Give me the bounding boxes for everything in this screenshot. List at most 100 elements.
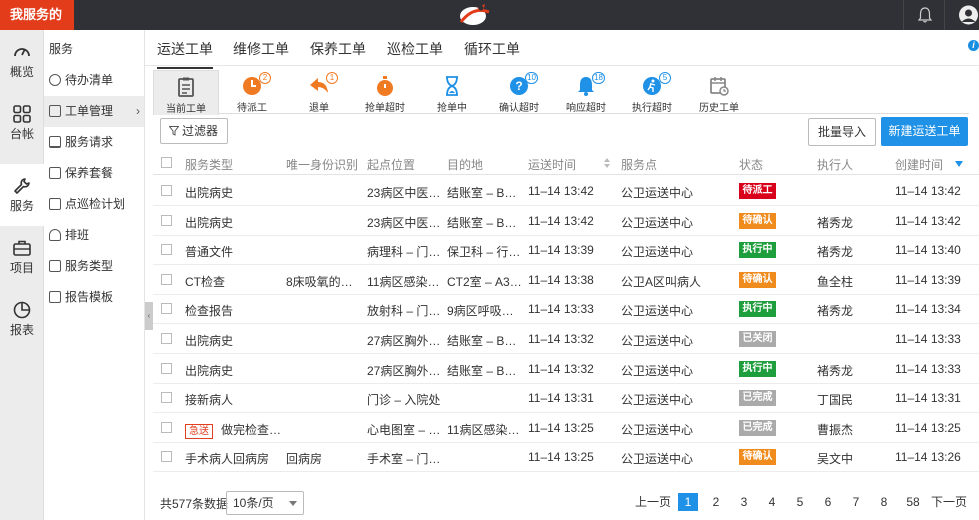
rail-item-project[interactable]: 项目 <box>0 226 44 288</box>
user-avatar-icon[interactable] <box>958 5 979 25</box>
table-row[interactable]: 出院病史 27病区胸外… 结账室 – B… 11–14 13:32 公卫运送中心 褚秀龙 1… <box>153 354 979 384</box>
select-all-checkbox[interactable] <box>161 157 172 168</box>
row-checkbox[interactable] <box>161 333 172 344</box>
collapse-handle[interactable]: ‹ <box>145 302 153 330</box>
sort-icon[interactable] <box>603 157 611 169</box>
page-size-select[interactable]: 10条/页 <box>226 491 304 515</box>
cell-service-type: CT检查 <box>185 273 225 290</box>
table-row[interactable]: 接新病人 门诊 – 入院处 11–14 13:31 公卫运送中心 丁国民 11–14 13… <box>153 383 979 414</box>
subtab-label: 待派工 <box>237 103 267 114</box>
subtab-returned[interactable]: 1 退单 <box>286 70 352 114</box>
table-row[interactable]: 检查报告 放射科 – 门… 9病区呼吸… 11–14 13:33 公卫运送中心 褚秀龙 11… <box>153 294 979 325</box>
request-icon <box>49 136 61 148</box>
brand-title[interactable]: 我服务的 <box>0 0 74 30</box>
col-header-transport-time[interactable]: 运送时间 <box>528 156 576 173</box>
tab-cycle[interactable]: 循环工单 <box>464 39 520 59</box>
col-header-status[interactable]: 状态 <box>739 156 763 173</box>
subtab-confirm-timeout[interactable]: ? 10 确认超时 <box>486 70 552 114</box>
row-checkbox[interactable] <box>161 362 172 374</box>
subtab-grabbing[interactable]: 抢单中 <box>419 70 485 114</box>
subtab-response-timeout[interactable]: 18 响应超时 <box>553 70 619 114</box>
cell-created: 11–14 13:39 <box>895 272 961 287</box>
tab-inspection[interactable]: 巡检工单 <box>387 39 443 59</box>
table-row[interactable]: CT检查 8床吸氧的… 11病区感染… CT2室 – A3… 11–14 13:38 公卫… <box>153 265 979 295</box>
table-row[interactable]: 出院病史 23病区中医… 结账室 – B… 11–14 13:42 公卫运送中心 褚秀龙 1… <box>153 206 979 236</box>
next-page-button[interactable]: 下一页 <box>929 493 969 511</box>
submenu-item-label: 服务请求 <box>65 135 114 149</box>
tab-maintenance[interactable]: 保养工单 <box>310 39 366 59</box>
col-header-executor[interactable]: 执行人 <box>817 156 853 173</box>
rail-item-service[interactable]: 服务 <box>0 164 44 226</box>
sort-desc-icon[interactable] <box>955 161 963 167</box>
row-checkbox[interactable] <box>161 421 172 433</box>
count-badge: 18 <box>592 72 605 84</box>
subtab-current[interactable]: 当前工单 <box>153 70 219 115</box>
col-header-uid[interactable]: 唯一身份识别 <box>286 156 358 173</box>
batch-import-button[interactable]: 批量导入 <box>808 118 876 146</box>
submenu-item-requests[interactable]: 服务请求 <box>44 127 144 158</box>
page-button[interactable]: 6 <box>818 493 838 511</box>
page-button[interactable]: 5 <box>790 493 810 511</box>
page-button[interactable]: 2 <box>706 493 726 511</box>
target-icon <box>49 198 61 210</box>
page-button[interactable]: 8 <box>874 493 894 511</box>
cell-service-point: 公卫A区叫病人 <box>621 274 702 289</box>
row-checkbox[interactable] <box>161 185 172 196</box>
table-row[interactable]: 普通文件 病理科 – 门… 保卫科 – 行… 11–14 13:39 公卫运送中心 褚秀龙… <box>153 235 979 266</box>
page-button[interactable]: 4 <box>762 493 782 511</box>
status-subtabs: 当前工单 2 待派工 1 退单 抢单超时 抢单中 ? 10 确认超时 18 响应超… <box>153 70 969 115</box>
new-transport-order-button[interactable]: 新建运送工单 <box>881 117 968 146</box>
rail-item-overview[interactable]: 概览 <box>0 30 44 92</box>
row-checkbox[interactable] <box>161 214 172 226</box>
prev-page-button[interactable]: 上一页 <box>633 493 673 511</box>
page-button[interactable]: 58 <box>902 493 924 511</box>
info-icon[interactable]: i <box>968 40 979 51</box>
col-header-service-point[interactable]: 服务点 <box>621 156 657 173</box>
service-type-text: 检查报告 <box>185 304 234 319</box>
service-type-text: 出院病史 <box>185 215 234 230</box>
notification-button[interactable] <box>903 0 945 30</box>
cell-service-type: 普通文件 <box>185 243 233 260</box>
page-size-value: 10条/页 <box>233 496 274 510</box>
tab-transport[interactable]: 运送工单 <box>157 39 213 69</box>
submenu-item-schedule[interactable]: 排班 <box>44 220 144 251</box>
cell-transport-time: 11–14 13:33 <box>528 302 594 317</box>
row-checkbox[interactable] <box>161 392 172 404</box>
status-badge: 待派工 <box>739 183 776 199</box>
cell-transport-time: 11–14 13:42 <box>528 213 594 228</box>
rail-label: 项目 <box>9 261 34 275</box>
page-button[interactable]: 1 <box>678 493 698 511</box>
submenu-item-todo[interactable]: 待办清单 <box>44 65 144 96</box>
submenu-item-report-templates[interactable]: 报告模板 <box>44 282 144 313</box>
page-button[interactable]: 7 <box>846 493 866 511</box>
list-icon <box>49 260 61 272</box>
row-checkbox[interactable] <box>161 303 172 315</box>
submenu-item-label: 服务类型 <box>65 259 114 273</box>
col-header-service-type[interactable]: 服务类型 <box>185 156 233 173</box>
filter-button[interactable]: 过滤器 <box>160 118 228 144</box>
col-header-created[interactable]: 创建时间 <box>895 156 943 173</box>
subtab-pending-dispatch[interactable]: 2 待派工 <box>219 70 285 114</box>
subtab-history[interactable]: 历史工单 <box>686 70 752 114</box>
table-row[interactable]: 出院病史 23病区中医… 结账室 – B… 11–14 13:42 公卫运送中心 11–1… <box>153 176 979 206</box>
subtab-label: 退单 <box>309 103 329 114</box>
table-row[interactable]: 出院病史 27病区胸外… 结账室 – B… 11–14 13:32 公卫运送中心 11–1… <box>153 324 979 354</box>
col-header-start[interactable]: 起点位置 <box>367 156 415 173</box>
row-checkbox[interactable] <box>161 451 172 463</box>
subtab-exec-timeout[interactable]: 5 执行超时 <box>619 70 685 114</box>
rail-item-ledger[interactable]: 台帐 <box>0 92 44 154</box>
row-checkbox[interactable] <box>161 244 172 256</box>
subtab-grab-timeout[interactable]: 抢单超时 <box>352 70 418 114</box>
row-checkbox[interactable] <box>161 273 172 285</box>
submenu-item-packages[interactable]: 保养套餐 <box>44 158 144 189</box>
submenu-item-service-types[interactable]: 服务类型 <box>44 251 144 282</box>
page-button[interactable]: 3 <box>734 493 754 511</box>
submenu-item-inspection-plan[interactable]: 点巡检计划 <box>44 189 144 220</box>
col-header-destination[interactable]: 目的地 <box>447 156 483 173</box>
table-row[interactable]: 手术病人回病房 回病房 手术室 – 门… 11–14 13:25 公卫运送中心 吴文中 11… <box>153 442 979 473</box>
tab-repair[interactable]: 维修工单 <box>233 39 289 59</box>
submenu-item-workorders[interactable]: 工单管理 › <box>44 96 144 127</box>
rail-item-report[interactable]: 报表 <box>0 288 44 350</box>
table-row[interactable]: 急送 做完检查… 心电图室 – … 11病区感染… 11–14 13:25 公卫运送中心 曹… <box>153 413 979 443</box>
service-type-text: 普通文件 <box>185 245 234 260</box>
